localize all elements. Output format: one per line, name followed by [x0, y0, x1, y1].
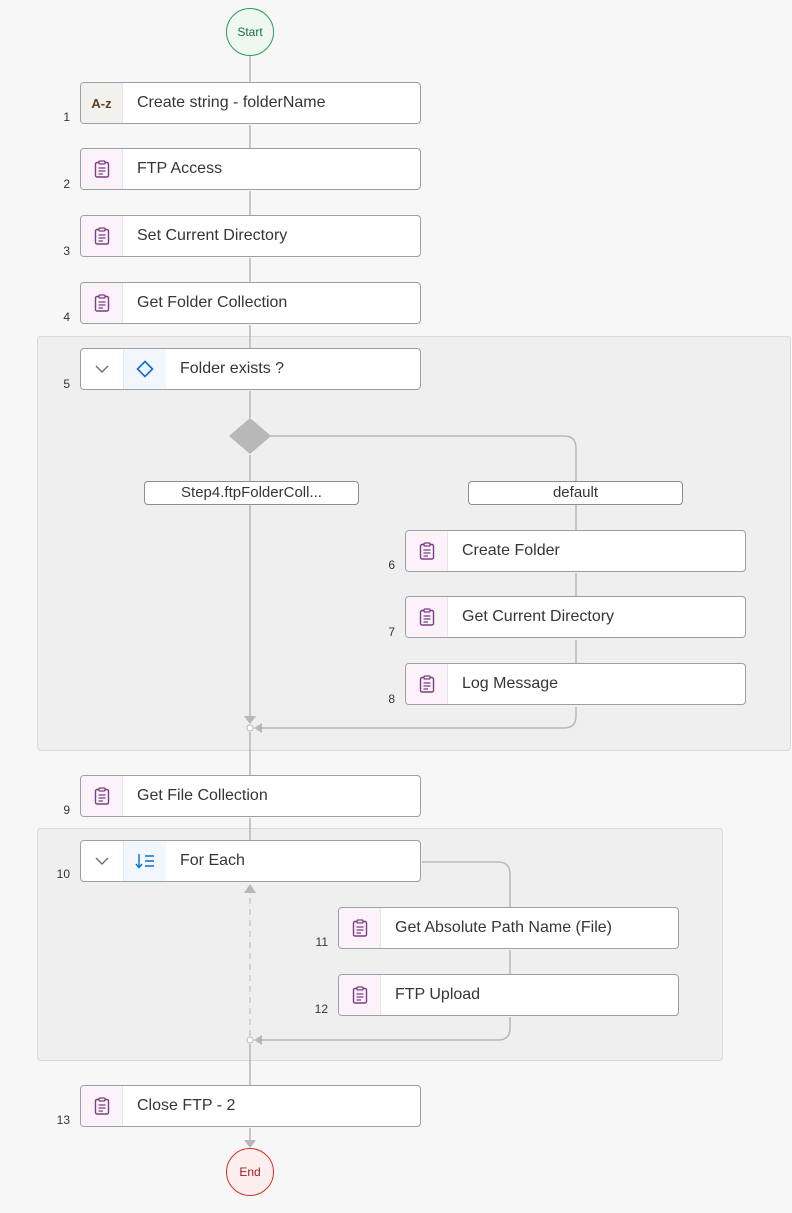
- step-number: 11: [315, 935, 328, 949]
- chevron-down-icon[interactable]: [81, 349, 124, 389]
- step-get-current-directory[interactable]: Get Current Directory: [405, 596, 746, 638]
- step-close-ftp[interactable]: Close FTP - 2: [80, 1085, 421, 1127]
- step-create-folder[interactable]: Create Folder: [405, 530, 746, 572]
- step-ftp-access[interactable]: FTP Access: [80, 148, 421, 190]
- step-log-message[interactable]: Log Message: [405, 663, 746, 705]
- clipboard-icon: [406, 597, 448, 637]
- step-number: 2: [63, 177, 70, 191]
- step-set-current-directory[interactable]: Set Current Directory: [80, 215, 421, 257]
- branch-condition-left[interactable]: Step4.ftpFolderColl...: [144, 481, 359, 505]
- step-label: Log Message: [462, 675, 559, 692]
- step-for-each-loop[interactable]: For Each: [80, 840, 421, 882]
- loop-icon: [124, 841, 166, 881]
- step-number: 13: [56, 1113, 70, 1127]
- clipboard-icon: [339, 975, 381, 1015]
- step-label: For Each: [180, 852, 245, 869]
- step-get-absolute-path-name[interactable]: Get Absolute Path Name (File): [338, 907, 679, 949]
- step-label: FTP Access: [137, 160, 223, 177]
- step-label: Folder exists ?: [180, 360, 285, 377]
- step-create-string[interactable]: A-z Create string - folderName: [80, 82, 421, 124]
- step-label: Get Current Directory: [462, 608, 615, 625]
- branch-condition-default[interactable]: default: [468, 481, 683, 505]
- chevron-down-icon[interactable]: [81, 841, 124, 881]
- step-number: 10: [56, 867, 70, 881]
- step-number: 8: [388, 692, 395, 706]
- step-get-folder-collection[interactable]: Get Folder Collection: [80, 282, 421, 324]
- clipboard-icon: [81, 283, 123, 323]
- step-label: Get File Collection: [137, 787, 268, 804]
- step-number: 6: [388, 558, 395, 572]
- clipboard-icon: [81, 1086, 123, 1126]
- step-label: Create Folder: [462, 542, 560, 559]
- step-label: Create string - folderName: [137, 94, 326, 111]
- step-number: 1: [63, 110, 70, 124]
- step-number: 12: [314, 1002, 328, 1016]
- clipboard-icon: [81, 216, 123, 256]
- end-node[interactable]: End: [226, 1148, 274, 1196]
- step-label: Get Absolute Path Name (File): [395, 919, 612, 936]
- step-label: FTP Upload: [395, 986, 481, 1003]
- clipboard-icon: [406, 664, 448, 704]
- step-number: 4: [63, 310, 70, 324]
- clipboard-icon: [81, 149, 123, 189]
- workflow-canvas: Start End Step4.ftpFolderColl... default…: [0, 0, 792, 1213]
- step-folder-exists-condition[interactable]: Folder exists ?: [80, 348, 421, 390]
- step-label: Get Folder Collection: [137, 294, 288, 311]
- step-get-file-collection[interactable]: Get File Collection: [80, 775, 421, 817]
- start-node[interactable]: Start: [226, 8, 274, 56]
- diamond-icon: [124, 349, 166, 389]
- clipboard-icon: [81, 776, 123, 816]
- step-number: 7: [388, 625, 395, 639]
- clipboard-icon: [339, 908, 381, 948]
- string-icon: A-z: [81, 83, 123, 123]
- gateway-diamond: [229, 418, 271, 454]
- step-label: Close FTP - 2: [137, 1097, 236, 1114]
- step-ftp-upload[interactable]: FTP Upload: [338, 974, 679, 1016]
- clipboard-icon: [406, 531, 448, 571]
- step-number: 5: [63, 377, 70, 391]
- step-number: 3: [63, 244, 70, 258]
- step-number: 9: [63, 803, 70, 817]
- step-label: Set Current Directory: [137, 227, 288, 244]
